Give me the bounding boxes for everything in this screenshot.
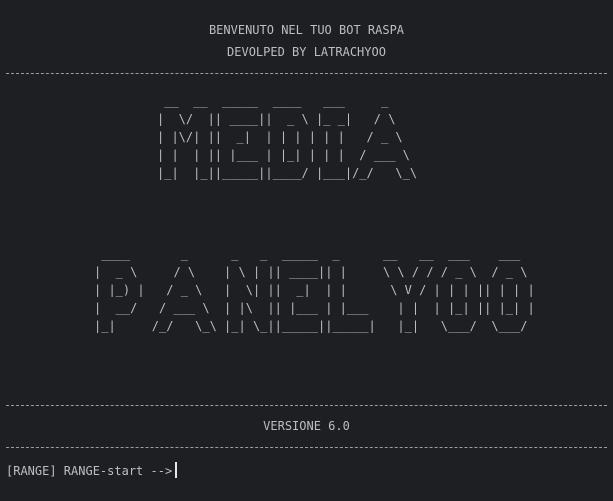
separator-top bbox=[6, 73, 607, 74]
ascii-banner-word2: ____ _ _ _ _____ _ __ __ ___ ___ | _ \ /… bbox=[94, 247, 535, 333]
header-subtitle: DEVOLPED BY LATRACHYOO bbox=[227, 45, 386, 59]
separator-bottom bbox=[6, 447, 607, 448]
terminal-window[interactable]: BENVENUTO NEL TUO BOT RASPA DEVOLPED BY … bbox=[0, 0, 613, 501]
ascii-banner-word1: __ __ _____ ____ ___ _ | \/ || ____|| _ … bbox=[157, 94, 418, 180]
command-prompt[interactable]: [RANGE] RANGE-start --> bbox=[6, 462, 178, 479]
separator-middle bbox=[6, 405, 607, 406]
prompt-text: [RANGE] RANGE-start --> bbox=[6, 464, 173, 478]
header-title: BENVENUTO NEL TUO BOT RASPA bbox=[208, 23, 405, 37]
text-cursor bbox=[175, 462, 178, 478]
version-label: VERSIONE 6.0 bbox=[263, 419, 350, 433]
